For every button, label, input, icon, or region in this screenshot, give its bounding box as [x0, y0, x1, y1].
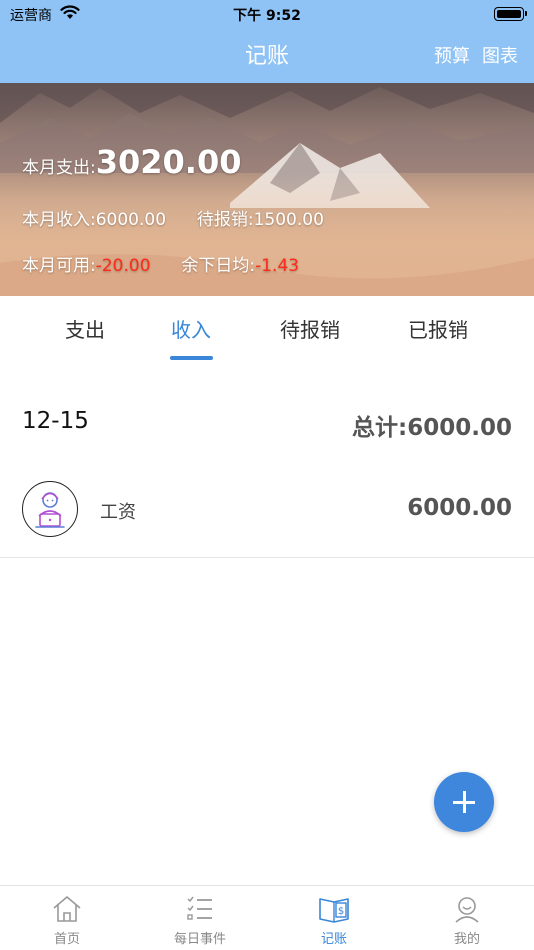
- expense-value: 3020.00: [95, 143, 242, 181]
- tab-income[interactable]: 收入: [158, 314, 224, 343]
- battery-icon: [494, 7, 527, 21]
- tabbar-item-profile[interactable]: 我的: [417, 894, 517, 947]
- pending-value: 1500.00: [253, 210, 324, 230]
- record-category: 工资: [100, 502, 136, 523]
- tab-expense[interactable]: 支出: [52, 314, 118, 343]
- bottom-tab-bar: 首页 每日事件 $ 记账 我的: [0, 885, 534, 950]
- pending-label: 待报销:: [196, 210, 254, 230]
- group-total-value: 6000.00: [407, 415, 512, 441]
- summary-banner: 本月支出:3020.00 本月收入:6000.00 待报销:1500.00 本月…: [0, 83, 534, 296]
- active-tab-indicator: [170, 356, 213, 360]
- navigation-bar: 运营商 下午 9:52 记账 预算 图表: [0, 0, 534, 83]
- tabbar-label-home: 首页: [53, 932, 80, 947]
- income-summary: 本月收入:6000.00 待报销:1500.00: [22, 205, 324, 230]
- income-label: 本月收入:: [22, 210, 96, 230]
- available-summary: 本月可用:-20.00 余下日均:-1.43: [22, 251, 299, 276]
- daily-average-label: 余下日均:: [181, 256, 256, 276]
- list-item[interactable]: 工资 6000.00: [0, 478, 534, 558]
- expense-summary: 本月支出:3020.00: [22, 143, 241, 181]
- available-value: -20.00: [95, 256, 151, 276]
- ledger-icon: $: [317, 894, 351, 924]
- home-icon: [50, 894, 84, 924]
- group-date: 12-15: [22, 408, 89, 434]
- tab-pending-reimbursement[interactable]: 待报销: [270, 314, 350, 343]
- expense-label: 本月支出:: [22, 158, 96, 178]
- status-time: 下午 9:52: [233, 8, 301, 24]
- group-total: 总计:6000.00: [352, 408, 512, 442]
- tabbar-item-home[interactable]: 首页: [17, 894, 117, 947]
- date-group-header: 12-15 总计:6000.00: [0, 408, 534, 442]
- record-type-tabs: 支出 收入 待报销 已报销: [0, 296, 534, 364]
- tabbar-label-profile: 我的: [453, 932, 480, 947]
- record-amount: 6000.00: [407, 495, 512, 521]
- user-icon: [450, 894, 484, 924]
- tabbar-item-ledger[interactable]: $ 记账: [284, 894, 384, 947]
- income-value: 6000.00: [95, 210, 167, 230]
- status-bar: 运营商 下午 9:52: [0, 0, 534, 28]
- daily-average-value: -1.43: [255, 256, 300, 276]
- tabbar-label-ledger: 记账: [320, 932, 347, 947]
- budget-button[interactable]: 预算: [434, 42, 470, 68]
- tabbar-item-daily-events[interactable]: 每日事件: [150, 894, 250, 947]
- tabbar-label-daily-events: 每日事件: [173, 932, 226, 947]
- available-label: 本月可用:: [22, 256, 96, 276]
- checklist-icon: [183, 894, 217, 924]
- tab-reimbursed[interactable]: 已报销: [398, 314, 478, 343]
- add-record-button[interactable]: [434, 772, 494, 832]
- chart-button[interactable]: 图表: [482, 42, 518, 68]
- svg-text:$: $: [338, 906, 344, 917]
- worker-laptop-icon: [22, 481, 78, 537]
- group-total-label: 总计:: [352, 415, 408, 441]
